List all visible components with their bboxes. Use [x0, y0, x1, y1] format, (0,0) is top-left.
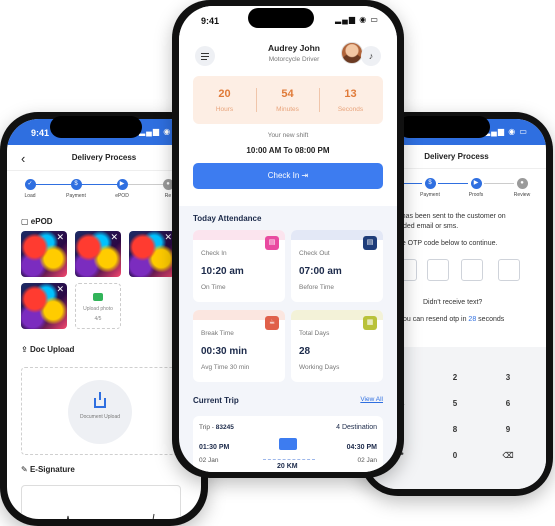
user-role: Motorcycle Driver	[268, 56, 320, 63]
step-proofs[interactable]: ▶ Proofs	[461, 178, 491, 198]
upload-photo-label: Upload photo	[83, 306, 113, 312]
trip-end-date: 02 Jan	[357, 457, 377, 464]
shift-countdown: 20 Hours 54 Minutes 13 Seconds	[193, 76, 383, 124]
view-all-link[interactable]: View All	[360, 396, 383, 403]
epod-photo[interactable]: ✕	[21, 231, 67, 277]
key-5[interactable]: 5	[440, 399, 470, 408]
epod-photo[interactable]: ✕	[21, 283, 67, 329]
status-time: 9:41	[31, 128, 50, 138]
step-load[interactable]: ✓ Load	[15, 179, 45, 199]
check-out-card: ▤ Check Out 07:00 am Before Time	[291, 230, 383, 302]
break-time-card: ☕ Break Time 00:30 min Avg Time 30 min	[193, 310, 285, 382]
camera-notch	[50, 116, 142, 138]
attendance-title: Today Attendance	[193, 214, 262, 223]
trip-start-date: 02 Jan	[199, 457, 219, 464]
trip-end-time: 04:30 PM	[346, 444, 377, 451]
status-icons: ▂▄▆ ◉ ▭	[335, 15, 379, 24]
resend-otp-text: You can resend otp in 28 seconds	[399, 316, 505, 323]
shift-caption: Your new shift	[267, 132, 309, 139]
backspace-icon[interactable]: ⌫	[493, 451, 523, 460]
otp-digit-input[interactable]	[498, 259, 520, 281]
total-days-card: ▦ Total Days 28 Working Days	[291, 310, 383, 382]
check-in-icon: ▤	[265, 236, 279, 250]
key-8[interactable]: 8	[440, 425, 470, 434]
app-showcase: 9:41 ▂▄▆ ◉ ▭ ‹ Delivery Process ✓ Load $ P…	[0, 0, 555, 526]
user-name: Audrey John	[268, 43, 320, 53]
trip-start-time: 01:30 PM	[199, 444, 230, 451]
avatar[interactable]	[341, 42, 363, 64]
upload-photo-count: 4/5	[94, 316, 102, 322]
resend-countdown: 28	[468, 316, 477, 323]
camera-notch	[398, 116, 490, 138]
status-time: 9:41	[201, 16, 220, 26]
upload-photo-button[interactable]: Upload photo 4/5	[75, 283, 121, 329]
current-trip-title: Current Trip	[193, 396, 239, 405]
route-line	[263, 459, 315, 460]
countdown-hours: 20 Hours	[215, 88, 234, 113]
dashboard-screen: 9:41 ▂▄▆ ◉ ▭ Audrey John Motorcycle Driv…	[179, 6, 397, 472]
step-review[interactable]: ● Review	[507, 178, 537, 198]
check-out-icon: ▤	[363, 236, 377, 250]
esign-title: ✎ E-Signature	[21, 465, 75, 474]
epod-title: ▢ ePOD	[21, 217, 53, 226]
trip-card[interactable]: Trip - 83245 4 Destination 01:30 PM 02 J…	[193, 416, 383, 472]
calendar-icon: ▦	[363, 316, 377, 330]
shift-time: 10:00 AM To 08:00 PM	[246, 146, 330, 155]
status-icons: ▂▄▆ ◉ ▭	[484, 127, 528, 136]
countdown-minutes: 54 Minutes	[276, 88, 299, 113]
countdown-seconds: 13 Seconds	[337, 88, 364, 113]
step-epod[interactable]: ▶ ePOD	[107, 179, 137, 199]
trip-distance: 20 KM	[277, 463, 298, 470]
trip-label: Trip - 83245	[199, 424, 234, 431]
doc-upload-title: ⇪ Doc Upload	[21, 345, 75, 354]
epod-photo[interactable]: ✕	[75, 231, 121, 277]
epod-photo[interactable]: ✕	[129, 231, 175, 277]
dynamic-island	[248, 8, 314, 28]
key-6[interactable]: 6	[493, 399, 523, 408]
step-payment[interactable]: $ Payment	[61, 179, 91, 199]
doc-upload-label: Document Upload	[79, 414, 121, 420]
key-3[interactable]: 3	[493, 373, 523, 382]
key-2[interactable]: 2	[440, 373, 470, 382]
menu-button[interactable]	[195, 46, 215, 66]
signature-pad[interactable]	[21, 485, 181, 519]
doc-upload-button[interactable]: Document Upload	[68, 380, 132, 444]
check-in-card: ▤ Check In 10:20 am On Time	[193, 230, 285, 302]
signature-stroke	[66, 513, 155, 519]
doc-upload-area[interactable]: Document Upload	[21, 367, 181, 455]
otp-message-line3: the OTP code below to continue.	[396, 240, 498, 247]
key-9[interactable]: 9	[493, 425, 523, 434]
remove-icon[interactable]: ✕	[164, 232, 172, 243]
step-payment[interactable]: $ Payment	[415, 178, 445, 198]
otp-digit-input[interactable]	[427, 259, 449, 281]
truck-icon	[279, 438, 297, 450]
trip-destinations: 4 Destination	[336, 424, 377, 431]
key-0[interactable]: 0	[440, 451, 470, 460]
center-phone: 9:41 ▂▄▆ ◉ ▭ Audrey John Motorcycle Driv…	[172, 0, 404, 478]
remove-icon[interactable]: ✕	[56, 284, 64, 295]
otp-digit-input[interactable]	[461, 259, 483, 281]
camera-icon	[93, 293, 103, 301]
coffee-icon: ☕	[265, 316, 279, 330]
upload-icon	[94, 392, 106, 408]
otp-message-line1: TP has been sent to the customer on	[391, 213, 506, 220]
login-icon: ⇥	[301, 171, 309, 180]
remove-icon[interactable]: ✕	[110, 232, 118, 243]
remove-icon[interactable]: ✕	[56, 232, 64, 243]
check-in-button[interactable]: Check In ⇥	[193, 163, 383, 189]
bell-icon[interactable]: ♪	[361, 46, 381, 66]
didnt-receive-text: Didn't receive text?	[423, 299, 483, 306]
